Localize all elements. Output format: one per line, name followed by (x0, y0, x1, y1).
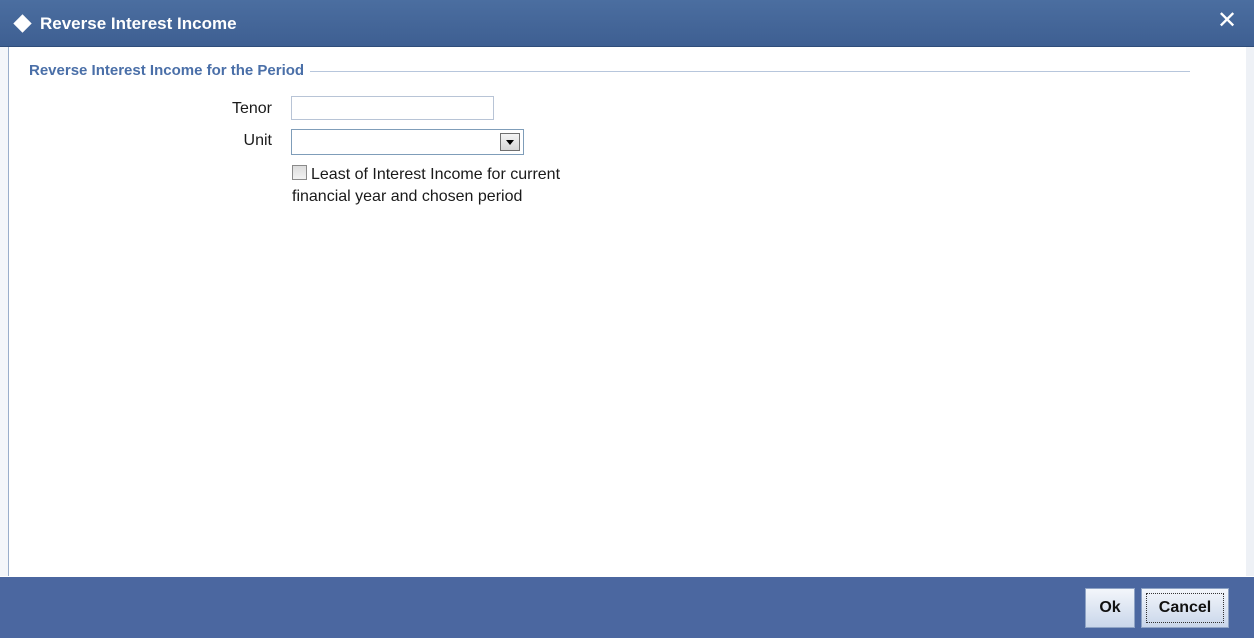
dialog-title: Reverse Interest Income (40, 14, 237, 33)
right-border-strip (1246, 47, 1254, 576)
unit-select[interactable] (291, 129, 524, 155)
unit-label: Unit (243, 132, 272, 149)
dialog-content (8, 47, 1247, 576)
tenor-input[interactable] (291, 96, 494, 120)
tenor-label: Tenor (231, 100, 272, 117)
least-interest-checkbox-label: Least of Interest Income for current fin… (292, 166, 561, 205)
ok-button[interactable]: Ok (1085, 588, 1135, 628)
least-interest-checkbox[interactable] (292, 165, 307, 180)
title-bar: Reverse Interest Income ✕ (0, 0, 1254, 47)
section-legend: Reverse Interest Income for the Period (29, 62, 311, 80)
dialog-footer (0, 577, 1254, 638)
diamond-icon (13, 14, 32, 33)
focus-ring (1146, 593, 1224, 623)
dialog-window: Reverse Interest Income ✕ Reverse Intere… (0, 0, 1254, 638)
chevron-down-icon[interactable] (500, 133, 520, 151)
ok-button-label: Ok (1099, 599, 1121, 616)
close-icon[interactable]: ✕ (1214, 8, 1240, 34)
left-border-strip (0, 47, 8, 576)
cancel-button[interactable]: Cancel (1141, 588, 1229, 628)
